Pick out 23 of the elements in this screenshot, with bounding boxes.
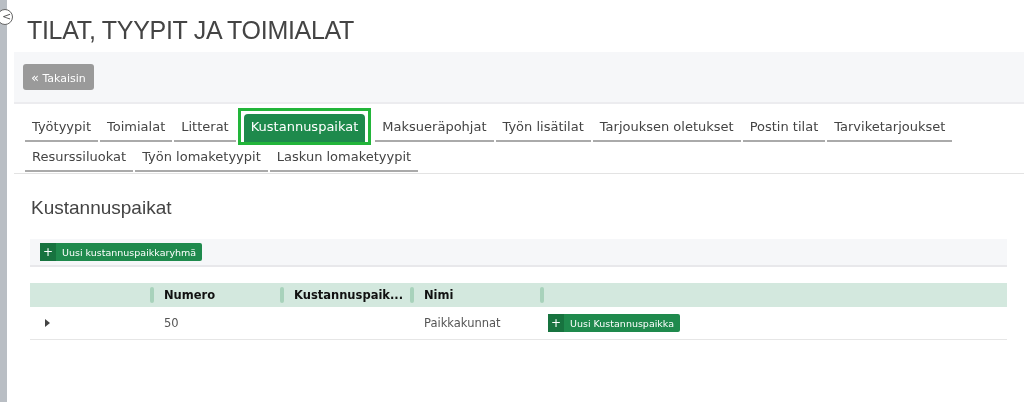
table-cell-text: 50 [163, 316, 179, 330]
tab[interactable]: Työn lisätilat [495, 114, 591, 142]
tab[interactable]: Kustannuspaikat [243, 114, 366, 142]
tab[interactable]: Litterat [174, 114, 236, 142]
collapse-button[interactable]: < [0, 9, 13, 25]
column-header: Nimi [424, 288, 454, 302]
tab[interactable]: Tarjouksen oletukset [592, 114, 741, 142]
tab[interactable]: Postin tilat [742, 114, 826, 142]
column-header: Numero [164, 288, 216, 302]
column-header: Kustannuspaik... [294, 288, 404, 302]
tab[interactable]: Toimialat [100, 114, 173, 142]
tab[interactable]: Resurssiluokat [25, 142, 134, 172]
page-title: TILAT, TYYPIT JA TOIMIALAT [27, 15, 355, 45]
tab[interactable]: Laskun lomaketyypit [269, 142, 419, 172]
tab[interactable]: Työtyypit [25, 114, 98, 142]
tab[interactable]: Maksueräpohjat [375, 114, 494, 142]
expand-icon[interactable] [45, 319, 50, 327]
table-cell-text: Paikkakunnat [423, 316, 501, 330]
section-title: Kustannuspaikat [31, 197, 173, 219]
tab[interactable]: Tarviketarjoukset [827, 114, 953, 142]
add-item-button[interactable]: + Uusi Kustannuspaikka [548, 314, 681, 332]
tab[interactable]: Työn lomaketyypit [135, 142, 268, 172]
add-group-button[interactable]: + Uusi kustannuspaikkaryhmä [40, 243, 203, 261]
